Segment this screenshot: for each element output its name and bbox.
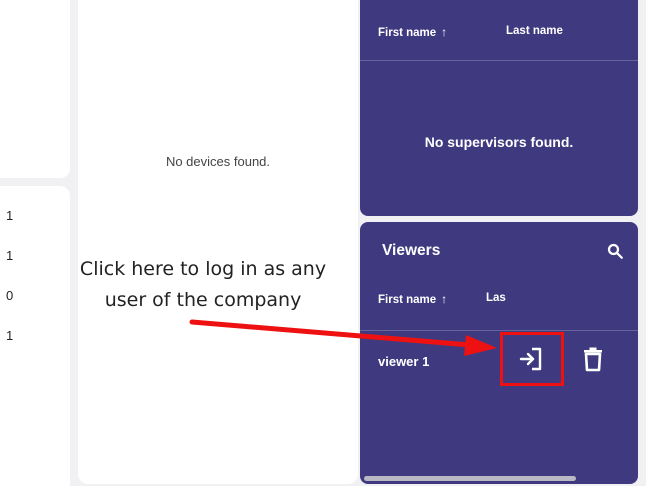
annotation-arrow — [189, 319, 497, 356]
